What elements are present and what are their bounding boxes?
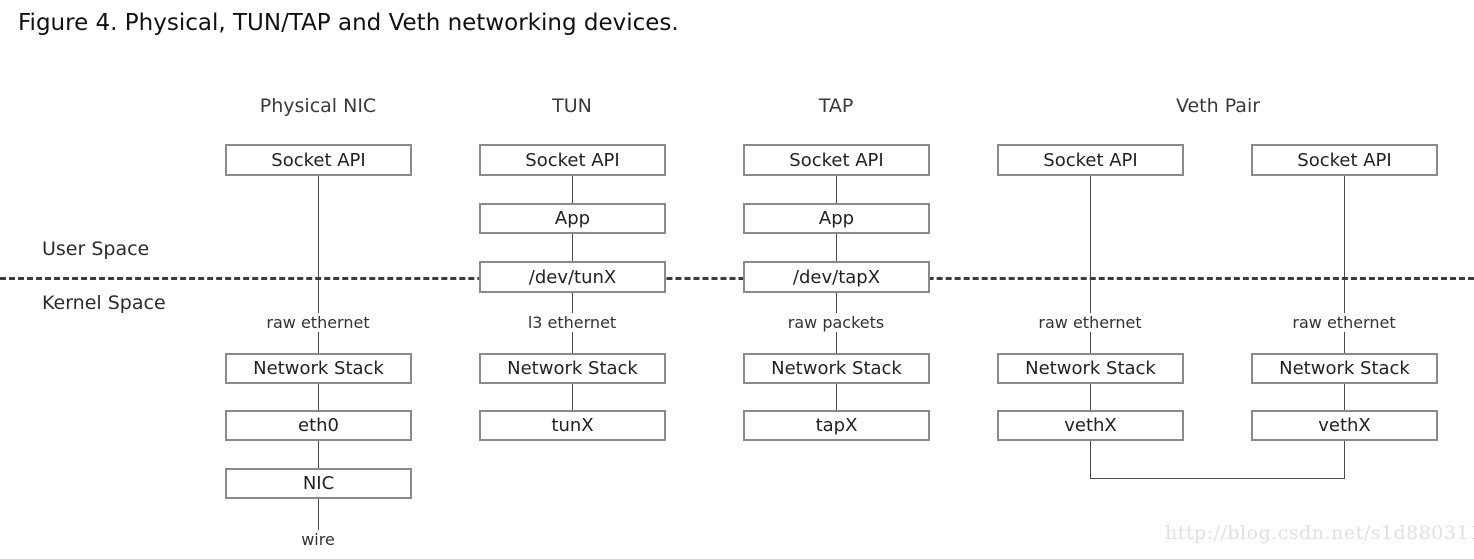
box-c4-vethx[interactable]: vethX	[997, 410, 1184, 441]
box-c1-network-stack[interactable]: Network Stack	[225, 353, 412, 384]
edge-label-c1-raw-ethernet: raw ethernet	[262, 313, 374, 332]
column-header-tun: TUN	[552, 95, 592, 117]
edge-c2-netstack-to-tunx	[572, 383, 573, 411]
box-c5-network-stack[interactable]: Network Stack	[1251, 353, 1438, 384]
edge-c1-netstack-to-eth0	[318, 383, 319, 410]
box-c5-socket-api[interactable]: Socket API	[1251, 144, 1438, 176]
box-c1-nic[interactable]: NIC	[225, 468, 412, 499]
box-c3-tapx[interactable]: tapX	[743, 410, 930, 441]
box-c4-socket-api[interactable]: Socket API	[997, 144, 1184, 176]
edge-veth-left-down	[1090, 441, 1091, 478]
edge-c1-nic-to-wire	[318, 498, 319, 530]
edge-c4-netstack-to-vethx	[1090, 383, 1091, 411]
edge-c5-netstack-to-vethx	[1344, 383, 1345, 411]
edge-c3-socket-to-app	[836, 175, 837, 204]
edge-veth-right-down	[1344, 441, 1345, 478]
box-c2-tunx[interactable]: tunX	[479, 410, 666, 441]
box-c5-vethx[interactable]: vethX	[1251, 410, 1438, 441]
watermark-text: http://blog.csdn.net/s1d880311	[1165, 522, 1474, 544]
box-c2-app[interactable]: App	[479, 203, 666, 234]
edge-c3-netstack-to-tapx	[836, 383, 837, 411]
edge-label-c4-raw-ethernet: raw ethernet	[1034, 313, 1146, 332]
box-c3-network-stack[interactable]: Network Stack	[743, 353, 930, 384]
column-header-veth-pair: Veth Pair	[1175, 95, 1261, 117]
column-header-tap: TAP	[818, 95, 854, 117]
box-c2-dev-tunx[interactable]: /dev/tunX	[479, 261, 666, 293]
figure-canvas: Figure 4. Physical, TUN/TAP and Veth net…	[0, 0, 1474, 559]
box-c3-dev-tapx[interactable]: /dev/tapX	[743, 261, 930, 293]
kernel-space-label: Kernel Space	[42, 292, 166, 314]
box-c1-socket-api[interactable]: Socket API	[225, 144, 412, 176]
edge-c1-eth0-to-nic	[318, 440, 319, 468]
edge-label-c3-raw-packets: raw packets	[783, 313, 889, 332]
column-header-physical-nic: Physical NIC	[259, 95, 377, 117]
box-c3-socket-api[interactable]: Socket API	[743, 144, 930, 176]
edge-label-c5-raw-ethernet: raw ethernet	[1288, 313, 1400, 332]
box-c4-network-stack[interactable]: Network Stack	[997, 353, 1184, 384]
box-c2-socket-api[interactable]: Socket API	[479, 144, 666, 176]
edge-veth-pair-link	[1090, 478, 1345, 479]
edge-c3-app-to-dev	[836, 233, 837, 262]
user-space-label: User Space	[42, 238, 150, 260]
figure-title: Figure 4. Physical, TUN/TAP and Veth net…	[18, 10, 679, 36]
box-c2-network-stack[interactable]: Network Stack	[479, 353, 666, 384]
edge-label-c1-wire: wire	[297, 530, 339, 549]
user-kernel-boundary-divider	[0, 277, 1474, 280]
box-c3-app[interactable]: App	[743, 203, 930, 234]
edge-c2-socket-to-app	[572, 175, 573, 204]
box-c1-eth0[interactable]: eth0	[225, 410, 412, 441]
edge-label-c2-l3-ethernet: l3 ethernet	[523, 313, 621, 332]
edge-c2-app-to-dev	[572, 233, 573, 262]
